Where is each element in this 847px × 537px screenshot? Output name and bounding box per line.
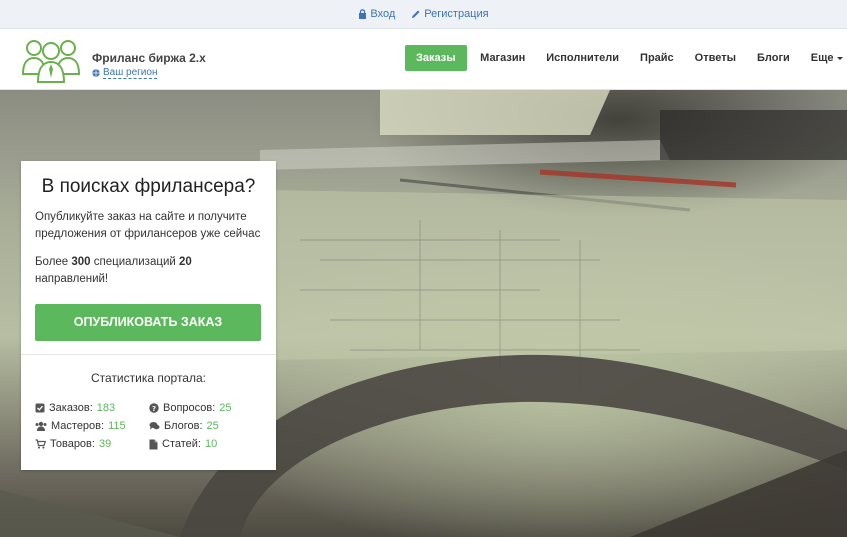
- nav-item-freelancers[interactable]: Исполнители: [536, 45, 630, 71]
- stat-goods-label: Товаров:: [50, 438, 95, 450]
- hero-card: В поисках фрилансера? Опубликуйте заказ …: [21, 161, 276, 470]
- lock-icon: [359, 9, 367, 19]
- stat-questions[interactable]: ? Вопросов: 25: [149, 402, 232, 414]
- stat-orders-label: Заказов:: [49, 402, 93, 414]
- stat-goods-value: 39: [98, 438, 112, 450]
- stat-orders-value: 183: [96, 402, 116, 414]
- stat-goods[interactable]: Товаров: 39: [35, 438, 111, 450]
- register-label: Регистрация: [424, 8, 489, 20]
- directions-count: 20: [178, 256, 192, 268]
- summary-prefix: Более: [35, 256, 72, 268]
- region-selector[interactable]: Ваш регион: [92, 67, 158, 79]
- users-icon: [35, 421, 47, 431]
- login-label: Вход: [370, 8, 396, 20]
- site-logo[interactable]: [20, 34, 82, 84]
- nav-item-answers[interactable]: Ответы: [684, 45, 746, 71]
- nav-item-shop[interactable]: Магазин: [470, 45, 536, 71]
- publish-order-button[interactable]: ОПУБЛИКОВАТЬ ЗАКАЗ: [35, 304, 261, 341]
- main-nav: Заказы Магазин Исполнители Прайс Ответы …: [405, 45, 847, 71]
- nav-more-label: Еще: [810, 52, 834, 64]
- stat-blogs-label: Блогов:: [164, 420, 203, 432]
- cart-icon: [35, 439, 46, 449]
- top-auth-bar: Вход Регистрация: [0, 0, 847, 29]
- stat-masters[interactable]: Мастеров: 115: [35, 420, 126, 432]
- stat-blogs-value: 25: [206, 420, 219, 432]
- specializations-count: 300: [71, 256, 91, 268]
- card-title: В поисках фрилансера?: [41, 176, 256, 197]
- globe-icon: [92, 69, 100, 77]
- nav-item-prices[interactable]: Прайс: [630, 45, 685, 71]
- stat-questions-label: Вопросов:: [163, 402, 216, 414]
- nav-item-blogs[interactable]: Блоги: [746, 45, 800, 71]
- stat-questions-value: 25: [219, 402, 232, 414]
- summary-suffix: направлений!: [35, 273, 109, 285]
- summary-middle: специализаций: [90, 256, 179, 268]
- site-header: Фриланс биржа 2.x Ваш регион Заказы Мага…: [0, 29, 847, 90]
- file-icon: [149, 439, 158, 449]
- card-divider: [21, 354, 276, 355]
- question-circle-icon: ?: [149, 403, 159, 413]
- caret-down-icon: [836, 56, 843, 60]
- check-square-icon: [35, 403, 45, 413]
- stat-masters-label: Мастеров:: [51, 420, 105, 432]
- stat-articles-value: 10: [204, 438, 218, 450]
- pencil-icon: [412, 10, 420, 18]
- svg-text:?: ?: [152, 405, 156, 413]
- stat-articles-label: Статей:: [162, 438, 201, 450]
- stat-articles[interactable]: Статей: 10: [149, 438, 217, 450]
- stat-orders[interactable]: Заказов: 183: [35, 402, 115, 414]
- login-link[interactable]: Вход: [358, 8, 395, 20]
- nav-item-orders[interactable]: Заказы: [405, 45, 467, 71]
- stats-title: Статистика портала:: [91, 371, 206, 385]
- card-lead: Опубликуйте заказ на сайте и получите пр…: [35, 211, 261, 240]
- site-title[interactable]: Фриланс биржа 2.x: [92, 51, 206, 65]
- stat-masters-value: 115: [108, 420, 126, 432]
- stat-blogs[interactable]: Блогов: 25: [149, 420, 219, 432]
- register-link[interactable]: Регистрация: [411, 8, 489, 20]
- nav-item-more[interactable]: Еще: [800, 45, 847, 71]
- card-stats-summary: Более 300 специализаций 20 направлений!: [35, 254, 267, 288]
- comments-icon: [149, 422, 160, 430]
- region-label: Ваш регион: [103, 67, 158, 79]
